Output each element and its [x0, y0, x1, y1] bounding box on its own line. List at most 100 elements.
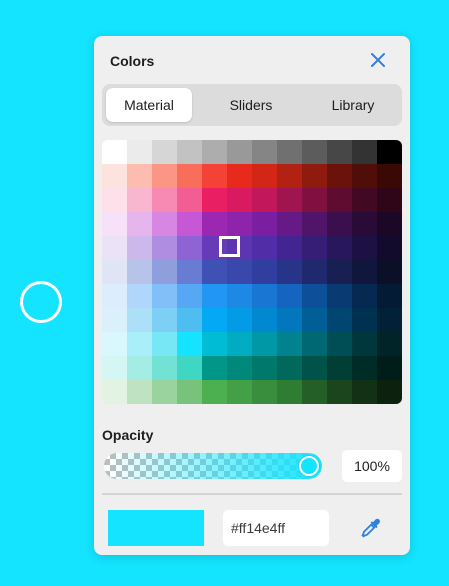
color-swatch[interactable]: [277, 188, 302, 212]
color-swatch[interactable]: [327, 284, 352, 308]
color-swatch[interactable]: [352, 212, 377, 236]
color-swatch[interactable]: [352, 284, 377, 308]
color-swatch[interactable]: [227, 380, 252, 404]
color-swatch[interactable]: [152, 308, 177, 332]
color-swatch[interactable]: [202, 356, 227, 380]
color-swatch[interactable]: [352, 308, 377, 332]
color-swatch[interactable]: [202, 260, 227, 284]
color-swatch[interactable]: [227, 284, 252, 308]
color-swatch[interactable]: [127, 260, 152, 284]
color-swatch[interactable]: [377, 188, 402, 212]
color-swatch[interactable]: [377, 380, 402, 404]
color-swatch[interactable]: [377, 140, 402, 164]
color-swatch[interactable]: [377, 308, 402, 332]
color-swatch[interactable]: [177, 236, 202, 260]
color-swatch[interactable]: [227, 356, 252, 380]
color-swatch[interactable]: [352, 332, 377, 356]
color-swatch[interactable]: [177, 164, 202, 188]
color-swatch[interactable]: [102, 356, 127, 380]
tab-material[interactable]: Material: [106, 88, 192, 122]
color-swatch[interactable]: [377, 164, 402, 188]
color-swatch[interactable]: [227, 212, 252, 236]
color-swatch[interactable]: [277, 332, 302, 356]
color-swatch[interactable]: [302, 236, 327, 260]
color-swatch[interactable]: [252, 236, 277, 260]
color-swatch[interactable]: [177, 284, 202, 308]
hex-input[interactable]: #ff14e4ff: [223, 510, 329, 546]
color-swatch[interactable]: [102, 212, 127, 236]
color-swatch[interactable]: [152, 212, 177, 236]
color-swatch[interactable]: [302, 380, 327, 404]
color-swatch[interactable]: [202, 140, 227, 164]
opacity-slider-thumb[interactable]: [299, 456, 319, 476]
color-swatch[interactable]: [177, 188, 202, 212]
color-swatch[interactable]: [327, 380, 352, 404]
color-swatch[interactable]: [302, 356, 327, 380]
color-swatch[interactable]: [352, 236, 377, 260]
color-swatch[interactable]: [152, 284, 177, 308]
color-swatch[interactable]: [102, 284, 127, 308]
color-swatch[interactable]: [127, 356, 152, 380]
color-swatch[interactable]: [202, 308, 227, 332]
color-swatch[interactable]: [127, 380, 152, 404]
color-swatch[interactable]: [277, 260, 302, 284]
color-swatch[interactable]: [302, 332, 327, 356]
color-swatch[interactable]: [127, 332, 152, 356]
color-swatch[interactable]: [277, 212, 302, 236]
color-swatch[interactable]: [252, 380, 277, 404]
color-swatch[interactable]: [152, 188, 177, 212]
color-point-handle[interactable]: [20, 281, 62, 323]
color-swatch[interactable]: [302, 140, 327, 164]
color-swatch[interactable]: [227, 260, 252, 284]
color-swatch[interactable]: [127, 236, 152, 260]
color-swatch[interactable]: [102, 332, 127, 356]
color-swatch[interactable]: [252, 140, 277, 164]
color-swatch[interactable]: [227, 188, 252, 212]
color-swatch[interactable]: [177, 212, 202, 236]
eyedropper-button[interactable]: [358, 515, 384, 541]
color-swatch[interactable]: [252, 260, 277, 284]
color-swatch[interactable]: [352, 140, 377, 164]
color-swatch[interactable]: [327, 140, 352, 164]
color-swatch[interactable]: [227, 332, 252, 356]
color-swatch[interactable]: [327, 356, 352, 380]
color-swatch[interactable]: [227, 164, 252, 188]
color-swatch[interactable]: [352, 356, 377, 380]
color-swatch[interactable]: [252, 308, 277, 332]
color-swatch[interactable]: [252, 212, 277, 236]
color-swatch[interactable]: [102, 140, 127, 164]
color-swatch[interactable]: [252, 164, 277, 188]
color-swatch[interactable]: [177, 260, 202, 284]
color-swatch[interactable]: [177, 308, 202, 332]
opacity-value-field[interactable]: 100%: [342, 450, 402, 482]
color-swatch[interactable]: [102, 164, 127, 188]
color-swatch[interactable]: [277, 140, 302, 164]
color-swatch[interactable]: [127, 188, 152, 212]
color-swatch[interactable]: [202, 212, 227, 236]
color-swatch[interactable]: [227, 308, 252, 332]
color-swatch[interactable]: [327, 260, 352, 284]
color-swatch[interactable]: [377, 212, 402, 236]
color-swatch[interactable]: [327, 236, 352, 260]
color-swatch[interactable]: [252, 332, 277, 356]
color-swatch[interactable]: [202, 380, 227, 404]
color-swatch[interactable]: [377, 236, 402, 260]
color-swatch[interactable]: [102, 308, 127, 332]
color-swatch[interactable]: [302, 284, 327, 308]
color-swatch[interactable]: [377, 260, 402, 284]
color-swatch[interactable]: [152, 164, 177, 188]
color-swatch[interactable]: [202, 284, 227, 308]
color-swatch[interactable]: [302, 212, 327, 236]
color-swatch[interactable]: [152, 356, 177, 380]
color-swatch[interactable]: [377, 284, 402, 308]
close-button[interactable]: [368, 50, 388, 70]
color-swatch[interactable]: [277, 308, 302, 332]
color-swatch[interactable]: [227, 140, 252, 164]
color-swatch[interactable]: [377, 356, 402, 380]
color-swatch[interactable]: [102, 236, 127, 260]
color-swatch[interactable]: [152, 140, 177, 164]
color-swatch[interactable]: [202, 188, 227, 212]
color-swatch[interactable]: [277, 236, 302, 260]
color-swatch[interactable]: [277, 380, 302, 404]
color-swatch[interactable]: [202, 332, 227, 356]
